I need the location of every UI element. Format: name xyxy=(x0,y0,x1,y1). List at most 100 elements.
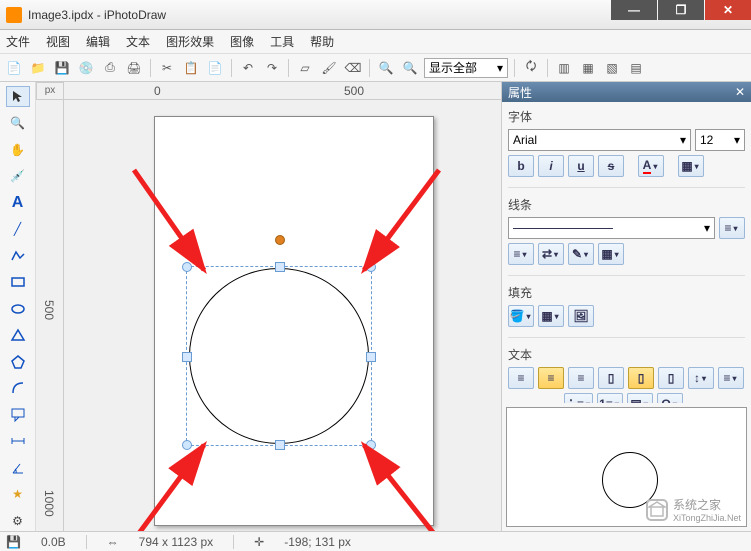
annotation-arrow-sw xyxy=(124,430,214,531)
erase-icon[interactable]: ⌫ xyxy=(343,58,363,78)
brush-icon[interactable]: 🖌 xyxy=(319,58,339,78)
angle-tool[interactable] xyxy=(6,458,30,479)
bullet-button[interactable]: ⋮≡▾ xyxy=(564,393,593,403)
font-color-button[interactable]: A▾ xyxy=(638,155,664,177)
separator xyxy=(233,535,234,549)
separator xyxy=(369,59,370,77)
menu-help[interactable]: 帮助 xyxy=(310,33,334,50)
canvas[interactable] xyxy=(64,100,501,531)
dim-icon: ⇔ xyxy=(107,535,119,549)
statusbar: 💾 0.0B ⇔ 794 x 1123 px ✛ -198; 131 px xyxy=(0,531,751,551)
pointer-tool[interactable] xyxy=(6,86,30,107)
main-area: 🔍 ✋ 💉 A ╱ ★ ⚙ px 0 500 500 1000 xyxy=(0,82,751,531)
properties-panel: 属性 ✕ 字体 Arial▾ 12▾ b i u s A▾ ▦▾ xyxy=(501,82,751,531)
dimension-tool[interactable] xyxy=(6,431,30,452)
align-center-button[interactable]: ≡ xyxy=(538,367,564,389)
font-grid-button[interactable]: ▦▾ xyxy=(678,155,704,177)
refresh-icon[interactable]: 🗘 xyxy=(521,58,541,78)
close-button[interactable]: ✕ xyxy=(705,0,751,20)
redo-icon[interactable]: ↷ xyxy=(262,58,282,78)
print-icon[interactable]: 🖨 xyxy=(124,58,144,78)
polygon-tool[interactable] xyxy=(6,351,30,372)
panel-close-icon[interactable]: ✕ xyxy=(735,85,745,99)
open-icon[interactable]: 📁 xyxy=(28,58,48,78)
font-size-combo[interactable]: 12▾ xyxy=(695,129,745,151)
preview-pane xyxy=(506,407,747,527)
scan-icon[interactable]: ⎙ xyxy=(100,58,120,78)
valign-bot-button[interactable]: ▯ xyxy=(658,367,684,389)
ruler-tick: 1000 xyxy=(42,490,56,517)
line-style-combo[interactable]: ▾ xyxy=(508,217,715,239)
separator xyxy=(86,535,87,549)
line-grid-button[interactable]: ▦▾ xyxy=(598,243,624,265)
list-button[interactable]: ≡▾ xyxy=(718,367,744,389)
resize-handle-w[interactable] xyxy=(182,352,192,362)
gear-tool[interactable]: ⚙ xyxy=(6,511,30,532)
font-name-combo[interactable]: Arial▾ xyxy=(508,129,691,151)
zoom-tool[interactable]: 🔍 xyxy=(6,113,30,134)
align-left-button[interactable]: ≡ xyxy=(508,367,534,389)
arrow-start-button[interactable]: ≡▾ xyxy=(508,243,534,265)
copy-icon[interactable]: 📋 xyxy=(181,58,201,78)
resize-handle-s[interactable] xyxy=(275,440,285,450)
valign-mid-button[interactable]: ▯ xyxy=(628,367,654,389)
menu-effect[interactable]: 图形效果 xyxy=(166,33,214,50)
rect-tool[interactable] xyxy=(6,272,30,293)
hand-tool[interactable]: ✋ xyxy=(6,139,30,160)
line-tool[interactable]: ╱ xyxy=(6,219,30,240)
save-icon[interactable]: 💾 xyxy=(52,58,72,78)
menu-file[interactable]: 文件 xyxy=(6,33,30,50)
zoom-in-icon[interactable]: 🔍 xyxy=(400,58,420,78)
menu-image[interactable]: 图像 xyxy=(230,33,254,50)
fill-color-button[interactable]: 🪣▾ xyxy=(508,305,534,327)
select-icon[interactable]: ▱ xyxy=(295,58,315,78)
fill-pattern-button[interactable]: ▦▾ xyxy=(538,305,564,327)
align-top-icon[interactable]: ▤ xyxy=(626,58,646,78)
annotation-arrow-se xyxy=(349,430,449,531)
menu-edit[interactable]: 编辑 xyxy=(86,33,110,50)
line-color-button[interactable]: ✎▾ xyxy=(568,243,594,265)
resize-handle-e[interactable] xyxy=(366,352,376,362)
rotate-handle[interactable] xyxy=(275,235,285,245)
triangle-tool[interactable] xyxy=(6,325,30,346)
bold-button[interactable]: b xyxy=(508,155,534,177)
new-icon[interactable]: 📄 xyxy=(4,58,24,78)
arrow-end-button[interactable]: ⇄▾ xyxy=(538,243,564,265)
text-tool[interactable]: A xyxy=(6,192,30,213)
polyline-tool[interactable] xyxy=(6,245,30,266)
resize-handle-n[interactable] xyxy=(275,262,285,272)
disc-icon[interactable]: 💿 xyxy=(76,58,96,78)
arc-tool[interactable] xyxy=(6,378,30,399)
ellipse-tool[interactable] xyxy=(6,298,30,319)
numlist-button[interactable]: 1≡▾ xyxy=(597,393,623,403)
menu-tool[interactable]: 工具 xyxy=(270,33,294,50)
minimize-button[interactable]: — xyxy=(611,0,657,20)
menu-view[interactable]: 视图 xyxy=(46,33,70,50)
eyedropper-tool[interactable]: 💉 xyxy=(6,166,30,187)
star-tool[interactable]: ★ xyxy=(6,484,30,505)
align-center-icon[interactable]: ▦ xyxy=(578,58,598,78)
zoom-out-icon[interactable]: 🔍 xyxy=(376,58,396,78)
text-dir-button[interactable]: ↕▾ xyxy=(688,367,714,389)
symbol-button[interactable]: Ω▾ xyxy=(657,393,683,403)
cut-icon[interactable]: ✂ xyxy=(157,58,177,78)
line-width-button[interactable]: ≡▾ xyxy=(719,217,745,239)
ruler-horizontal: 0 500 xyxy=(64,82,501,100)
underline-button[interactable]: u xyxy=(568,155,594,177)
align-right-icon[interactable]: ▧ xyxy=(602,58,622,78)
valign-top-button[interactable]: ▯ xyxy=(598,367,624,389)
zoom-combo[interactable]: 显示全部 ▾ xyxy=(424,58,508,78)
paste-icon[interactable]: 📄 xyxy=(205,58,225,78)
annotation-arrow-ne xyxy=(349,160,449,280)
indent-button[interactable]: ▤▾ xyxy=(627,393,653,403)
align-left-icon[interactable]: ▥ xyxy=(554,58,574,78)
undo-icon[interactable]: ↶ xyxy=(238,58,258,78)
italic-button[interactable]: i xyxy=(538,155,564,177)
callout-tool[interactable] xyxy=(6,404,30,425)
strike-button[interactable]: s xyxy=(598,155,624,177)
maximize-button[interactable]: ❐ xyxy=(658,0,704,20)
fill-image-button[interactable]: 🖼 xyxy=(568,305,594,327)
app-icon xyxy=(6,7,22,23)
menu-text[interactable]: 文本 xyxy=(126,33,150,50)
align-right-button[interactable]: ≡ xyxy=(568,367,594,389)
